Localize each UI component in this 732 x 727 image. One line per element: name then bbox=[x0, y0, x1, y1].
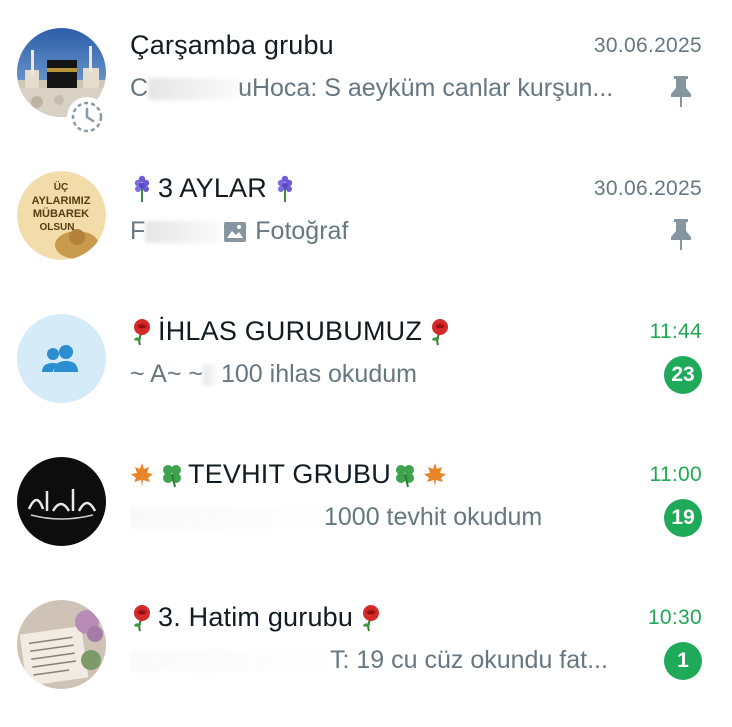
maple-leaf-icon bbox=[423, 462, 446, 487]
group-placeholder-icon bbox=[17, 314, 106, 403]
chat-title-text: İHLAS GURUBUMUZ bbox=[158, 316, 423, 346]
sender-name-redacted bbox=[148, 77, 239, 100]
chat-time: 30.06.2025 bbox=[593, 34, 702, 57]
chat-time: 10:30 bbox=[647, 606, 702, 629]
avatar[interactable] bbox=[17, 314, 106, 403]
chat-preview: C uHoca: S aeyküm canlar kurşun... bbox=[130, 74, 650, 103]
sender-name-redacted bbox=[203, 363, 217, 386]
chat-title: İHLAS GURUBUMUZ bbox=[130, 316, 452, 347]
preview-text: T: 19 cu cüz okundu fat... bbox=[330, 646, 608, 674]
chat-row-tevhit[interactable]: TEVHIT GRUBU 11:00 1000 tevhit okudum 19 bbox=[0, 451, 732, 561]
clover-icon bbox=[395, 464, 414, 487]
chat-row-carsamba[interactable]: Çarşamba grubu 30.06.2025 C uHoca: S aey… bbox=[0, 22, 732, 137]
preview-text: 100 ihlas okudum bbox=[221, 360, 417, 388]
chat-row-3-aylar[interactable]: ÜÇ AYLARIMIZ MÜBAREK OLSUN 3 AYLAR 30.06… bbox=[0, 165, 732, 275]
chat-time: 11:44 bbox=[649, 320, 702, 343]
avatar-text-line-2: AYLARIMIZ bbox=[32, 195, 91, 207]
unread-count-badge: 23 bbox=[664, 356, 702, 394]
sender-name-redacted bbox=[130, 649, 326, 672]
rose-icon bbox=[432, 318, 449, 345]
preview-sender-initial: F bbox=[130, 217, 146, 245]
calligraphy-photo-icon bbox=[17, 457, 106, 546]
hyacinth-icon bbox=[134, 175, 150, 202]
hyacinth-icon bbox=[277, 175, 293, 202]
preview-sender-name: ~ A~ ~ bbox=[130, 360, 203, 388]
avatar[interactable] bbox=[17, 600, 106, 689]
avatar-text-line-3: MÜBAREK bbox=[33, 207, 89, 220]
chat-preview: 1000 tevhit okudum bbox=[130, 503, 650, 532]
chat-list: Çarşamba grubu 30.06.2025 C uHoca: S aey… bbox=[0, 0, 732, 727]
preview-text: Fotoğraf bbox=[255, 217, 349, 245]
photo-icon bbox=[224, 221, 247, 242]
avatar-text-line-1: ÜÇ bbox=[54, 180, 68, 193]
pin-icon bbox=[671, 76, 691, 107]
rose-icon bbox=[134, 318, 150, 345]
chat-title: Çarşamba grubu bbox=[130, 30, 334, 61]
chat-time: 11:00 bbox=[649, 463, 702, 486]
chat-preview: F Fotoğraf bbox=[130, 217, 650, 246]
rose-icon bbox=[134, 604, 150, 631]
avatar-text-line-4: OLSUN bbox=[40, 222, 75, 233]
preview-text: uHoca: S aeyküm canlar kurşun... bbox=[238, 74, 614, 102]
pin-icon bbox=[671, 219, 691, 250]
rose-icon bbox=[363, 604, 380, 631]
preview-text: 1000 tevhit okudum bbox=[324, 503, 543, 531]
chat-title: 3. Hatim gurubu bbox=[130, 602, 383, 633]
chat-row-hatim[interactable]: 3. Hatim gurubu 10:30 T: 19 cu cüz okund… bbox=[0, 594, 732, 704]
unread-count-badge: 1 bbox=[664, 642, 702, 680]
chat-time: 30.06.2025 bbox=[593, 177, 702, 200]
chat-preview: T: 19 cu cüz okundu fat... bbox=[130, 646, 650, 675]
quran-photo-icon bbox=[17, 600, 106, 689]
chat-preview: ~ A~ ~ 100 ihlas okudum bbox=[130, 360, 650, 389]
unread-count-badge: 19 bbox=[664, 499, 702, 537]
avatar[interactable]: ÜÇ AYLARIMIZ MÜBAREK OLSUN bbox=[17, 171, 106, 260]
sender-name-redacted bbox=[145, 220, 224, 243]
preview-sender-initial: C bbox=[130, 74, 149, 102]
sender-name-redacted bbox=[130, 506, 320, 529]
chat-title-text: TEVHIT GRUBU bbox=[188, 459, 391, 489]
uc-aylar-image-icon: ÜÇ AYLARIMIZ MÜBAREK OLSUN bbox=[17, 171, 106, 260]
chat-title-text: 3 AYLAR bbox=[158, 173, 267, 203]
avatar[interactable] bbox=[17, 457, 106, 546]
maple-leaf-icon bbox=[131, 462, 153, 487]
clover-icon bbox=[163, 464, 181, 487]
chat-title: TEVHIT GRUBU bbox=[130, 459, 447, 490]
chat-title-text: 3. Hatim gurubu bbox=[158, 602, 354, 632]
status-clock-icon bbox=[67, 97, 107, 137]
chat-title-text: Çarşamba grubu bbox=[130, 30, 334, 60]
chat-title: 3 AYLAR bbox=[130, 173, 297, 204]
chat-row-ihlas[interactable]: İHLAS GURUBUMUZ 11:44 ~ A~ ~ 100 ihlas o… bbox=[0, 308, 732, 418]
